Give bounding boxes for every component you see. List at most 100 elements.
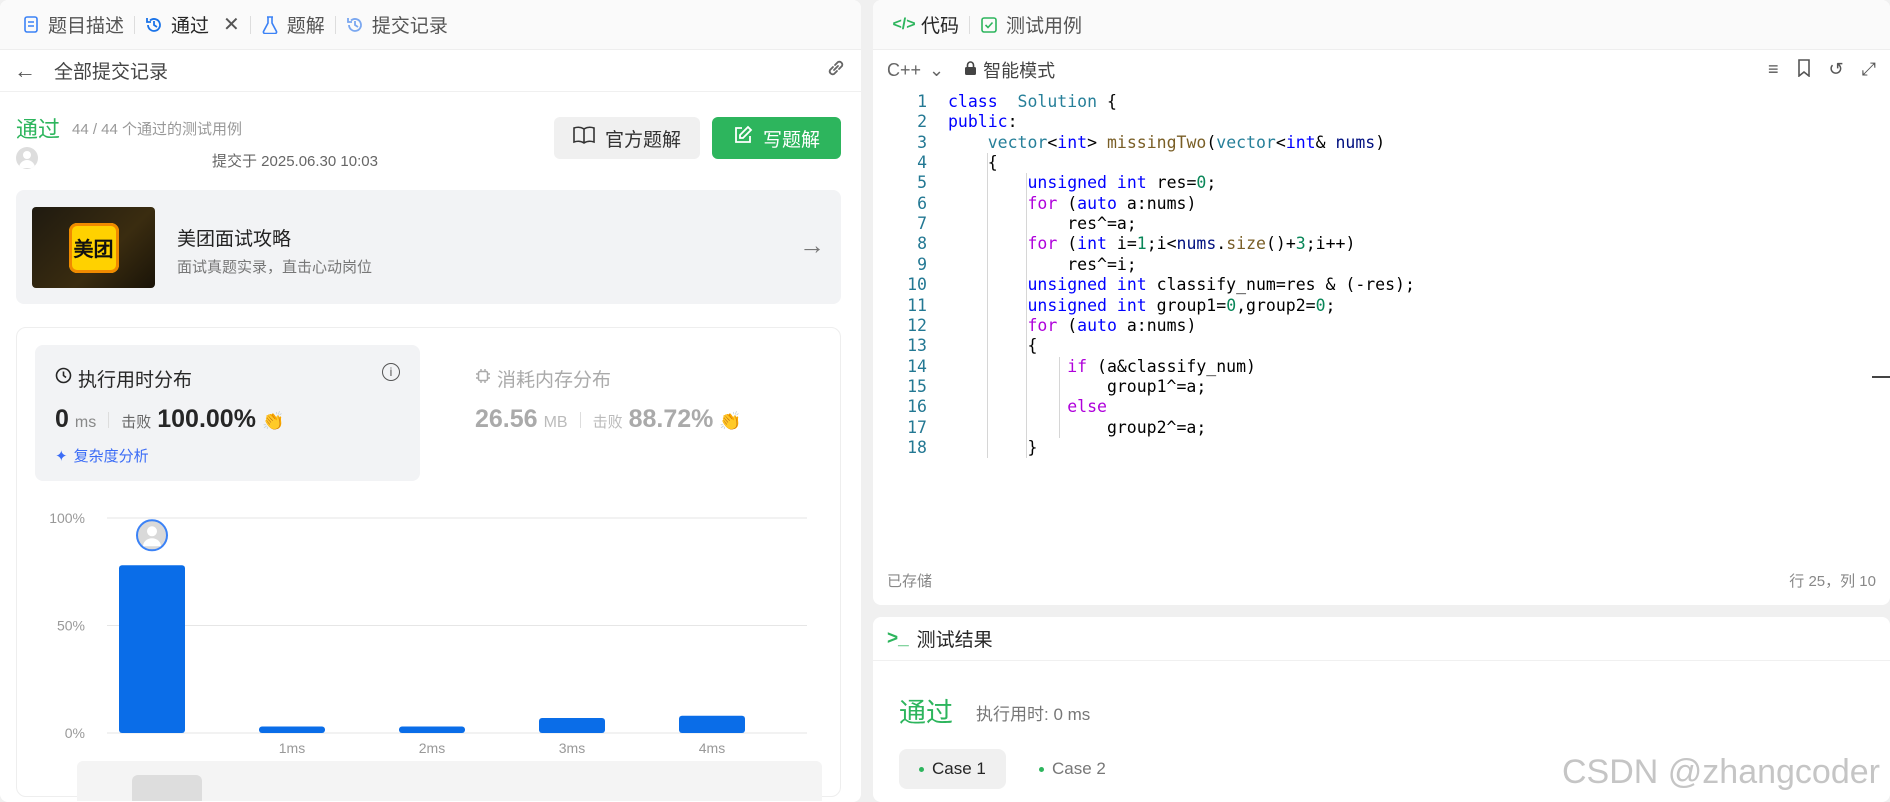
memory-title: 消耗内存分布 (475, 365, 611, 392)
code-editor[interactable]: 1 class Solution {2 public: 3 vector<int> m… (873, 92, 1890, 547)
smart-mode-toggle[interactable]: 智能模式 (964, 57, 1055, 83)
submitted-time: 提交于 2025.06.30 10:03 (212, 153, 378, 170)
line-number: 17 (907, 417, 927, 437)
tab-code[interactable]: </> 代码 (885, 0, 969, 50)
mode-label: 智能模式 (983, 61, 1056, 81)
edit-icon (733, 125, 753, 151)
code-text: public: (948, 112, 1018, 132)
line-number: 13 (907, 336, 927, 356)
tab-label: 题解 (286, 16, 325, 37)
y-tick-label: 50% (57, 618, 85, 634)
left-tabbar: 题目描述 通过 ✕ 题解 提交记录 (0, 0, 861, 50)
language-label: C++ (887, 59, 922, 80)
runtime-values: 0 ms 击败 100.00% 👏 (55, 405, 284, 434)
tab-testcases[interactable]: 测试用例 (970, 0, 1092, 50)
case-label: Case 2 (1052, 759, 1106, 778)
watermark: CSDN @zhangcoder (1562, 753, 1880, 791)
beat-label: 击败 (121, 414, 152, 431)
scrollbar-marker (1872, 376, 1890, 378)
format-icon[interactable]: ≡ (1768, 59, 1779, 82)
code-panel: </> 代码 测试用例 C++ ⌄ 智能模式 ≡ ↺ ⤢ 1 class Sol… (873, 0, 1890, 605)
editor-tools: ≡ ↺ ⤢ (1768, 59, 1876, 82)
back-arrow-icon[interactable]: ← (14, 58, 36, 84)
code-text: res^=i; (948, 254, 1137, 274)
divider (579, 411, 581, 428)
line-number: 11 (907, 295, 927, 315)
code-text: { (948, 336, 1038, 356)
line-number: 14 (907, 356, 927, 376)
write-solution-button[interactable]: 写题解 (712, 117, 841, 159)
chart-bar-1ms[interactable] (259, 726, 325, 733)
tab-passed[interactable]: 通过 ✕ (135, 0, 250, 50)
close-icon[interactable]: ✕ (223, 12, 240, 37)
arrow-right-icon: → (799, 230, 825, 260)
case-tab-2[interactable]: Case 2 (1019, 749, 1126, 789)
case-tab-1[interactable]: Case 1 (899, 749, 1006, 789)
official-solution-button[interactable]: 官方题解 (554, 117, 700, 159)
tab-description[interactable]: 题目描述 (12, 0, 134, 50)
code-icon: </> (892, 15, 916, 33)
runtime-title-text: 执行用时分布 (78, 370, 193, 391)
clap-icon: 👏 (719, 411, 742, 431)
code-tabbar: </> 代码 测试用例 (873, 0, 1890, 50)
tab-label: 通过 (171, 16, 210, 37)
bookmark-icon[interactable] (1797, 58, 1811, 82)
runtime-distribution-chart[interactable]: 100% 50% 0% 1ms 2ms 3ms 4ms (17, 488, 842, 768)
chart-bar-3ms[interactable] (539, 717, 605, 733)
complexity-analysis-link[interactable]: ✦ 复杂度分析 (55, 445, 149, 466)
tab-label: 题目描述 (48, 16, 125, 37)
tab-solutions[interactable]: 题解 (251, 0, 335, 50)
line-number: 18 (907, 437, 927, 457)
line-number: 16 (907, 397, 927, 417)
runtime-unit: ms (74, 414, 97, 431)
case-label: Case 1 (932, 759, 986, 778)
indent-guide (987, 153, 988, 459)
line-number: 4 (917, 153, 927, 173)
indent-guide (1059, 356, 1060, 438)
code-line[interactable]: 18 } (873, 438, 1873, 462)
result-title: 测试结果 (916, 630, 993, 651)
editor-toolbar: C++ ⌄ 智能模式 ≡ ↺ ⤢ (873, 50, 1890, 90)
memory-title-text: 消耗内存分布 (497, 370, 612, 391)
line-number: 3 (917, 132, 927, 152)
line-number: 7 (917, 214, 927, 234)
history-icon (145, 16, 163, 34)
chart-bar-0ms[interactable] (119, 565, 185, 733)
document-icon (22, 16, 40, 34)
user-avatar-marker (136, 519, 168, 552)
breadcrumb: ← 全部提交记录 (0, 50, 861, 92)
tab-label: 代码 (921, 16, 960, 37)
link-icon[interactable] (825, 57, 847, 85)
code-text: class Solution { (948, 92, 1117, 111)
avatar[interactable] (16, 147, 38, 169)
submission-status: 通过 (16, 117, 61, 142)
book-icon (573, 126, 595, 150)
memory-stats[interactable]: 消耗内存分布 26.56 MB 击败 88.72% 👏 (457, 345, 817, 481)
y-tick-label: 0% (65, 725, 85, 741)
expand-icon[interactable]: ⤢ (1862, 59, 1876, 82)
tab-submissions[interactable]: 提交记录 (336, 0, 458, 50)
chevron-down-icon: ⌄ (929, 59, 945, 80)
performance-card: 执行用时分布 i 0 ms 击败 100.00% 👏 ✦ 复杂度分析 消耗内存分… (16, 327, 842, 801)
promo-card[interactable]: 美团 美团面试攻略 面试真题实录，直击心动岗位 → (16, 190, 841, 304)
beat-percentage: 100.00% (157, 405, 256, 433)
button-label: 官方题解 (604, 129, 681, 151)
result-runtime: 执行用时: 0 ms (976, 705, 1091, 724)
code-preview-tab (132, 775, 202, 801)
code-text: unsigned int group1=0,group2=0; (1027, 295, 1336, 315)
chart-bar-4ms[interactable] (679, 715, 745, 733)
chart-bar-2ms[interactable] (399, 726, 465, 733)
info-icon[interactable]: i (382, 363, 400, 381)
code-text: for (auto a:nums) (1027, 193, 1197, 213)
promo-subtitle: 面试真题实录，直击心动岗位 (177, 259, 373, 276)
runtime-stats[interactable]: 执行用时分布 i 0 ms 击败 100.00% 👏 ✦ 复杂度分析 (35, 345, 420, 481)
cursor-position: 行 25，列 10 (1789, 573, 1876, 590)
code-text: for (int i=1;i<nums.size()+3;i++) (1027, 234, 1356, 254)
line-number: 5 (917, 173, 927, 193)
indent-guide (1026, 173, 1027, 459)
result-status: 通过 (899, 698, 953, 728)
code-text: res^=a; (948, 214, 1137, 234)
language-select[interactable]: C++ ⌄ (887, 60, 944, 81)
reset-icon[interactable]: ↺ (1829, 59, 1844, 82)
code-text: for (auto a:nums) (1027, 315, 1197, 335)
